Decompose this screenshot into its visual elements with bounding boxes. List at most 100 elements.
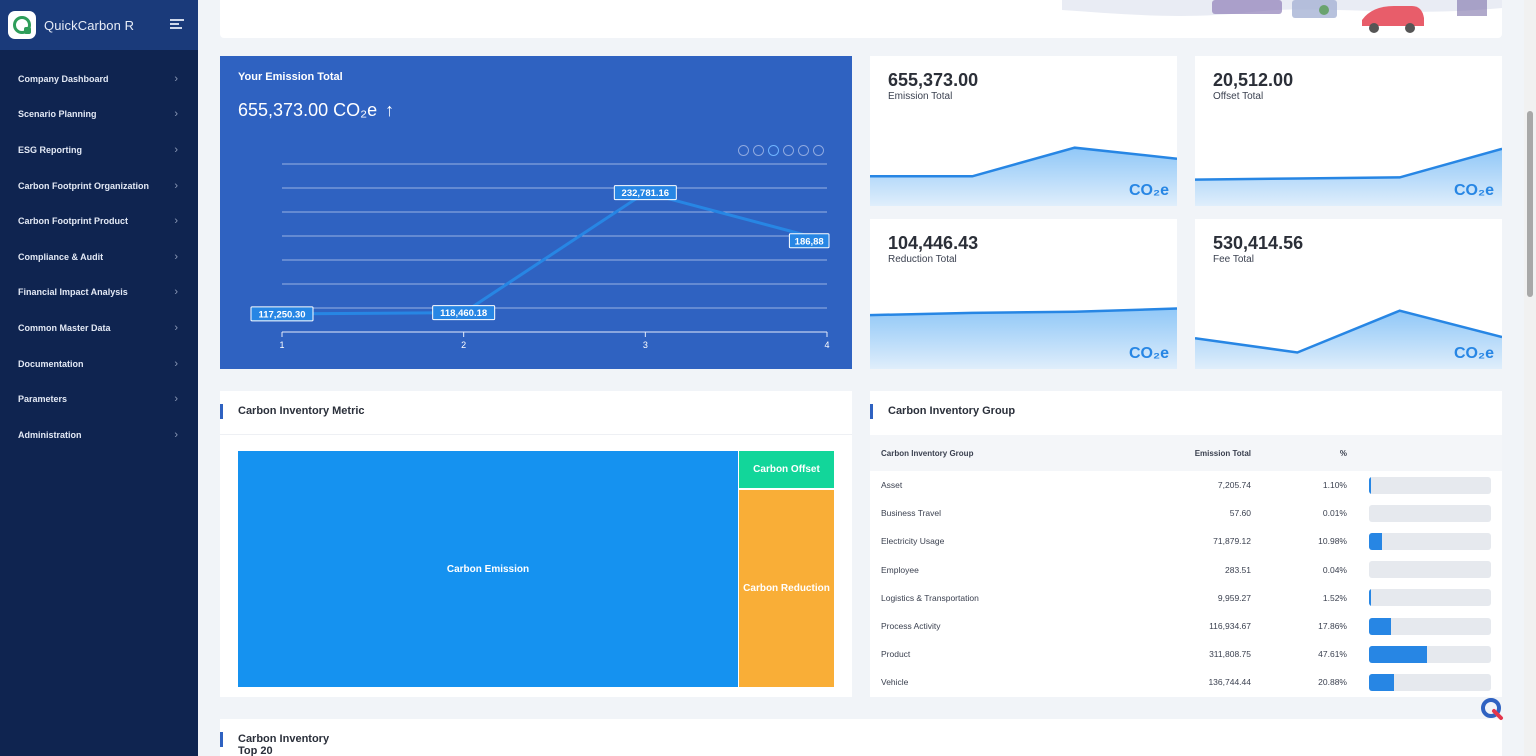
sidebar-item-company-dashboard[interactable]: Company Dashboard ›: [0, 61, 198, 97]
progress-bar-cell: [1347, 645, 1502, 663]
sidebar-item-carbon-footprint-organization[interactable]: Carbon Footprint Organization ›: [0, 168, 198, 204]
stat-label: Reduction Total: [888, 254, 957, 265]
progress-bar-cell: [1347, 532, 1502, 550]
table-row[interactable]: Process Activity 116,934.67 17.86%: [870, 612, 1502, 640]
progress-bar-cell: [1347, 476, 1502, 494]
emission-value: 283.51: [1225, 564, 1251, 575]
section-title: Carbon Inventory Metric: [238, 405, 365, 417]
sidebar-item-carbon-footprint-product[interactable]: Carbon Footprint Product ›: [0, 203, 198, 239]
emission-value: 311,808.75: [1209, 649, 1251, 660]
progress-bar-fill: [1369, 673, 1395, 691]
stat-card-fee: 530,414.56 Fee Total CO₂e: [1195, 219, 1502, 369]
stat-card-emission: 655,373.00 Emission Total CO₂e: [870, 56, 1177, 206]
progress-bar-fill: [1369, 645, 1428, 663]
x-tick-label: 3: [643, 340, 648, 350]
stat-value: 20,512.00: [1213, 70, 1294, 90]
column-header[interactable]: %: [1251, 449, 1347, 458]
sidebar-item-compliance-audit[interactable]: Compliance & Audit ›: [0, 239, 198, 275]
table-row[interactable]: Logistics & Transportation 9,959.27 1.52%: [870, 584, 1502, 612]
progress-bar-cell: [1347, 673, 1502, 691]
chevron-right-icon: ›: [174, 286, 178, 299]
stat-value: 104,446.43: [888, 233, 979, 253]
group-name: Logistics & Transportation: [881, 592, 979, 603]
q-chat-icon[interactable]: [1480, 697, 1504, 721]
table-row[interactable]: Asset 7,205.74 1.10%: [870, 471, 1502, 499]
sidebar: QuickCarbon R Company Dashboard › Scenario…: [0, 0, 198, 756]
percent-value: 0.01%: [1322, 508, 1347, 519]
group-name: Business Travel: [881, 508, 941, 519]
progress-bar-fill: [1369, 589, 1371, 607]
percent-value: 47.61%: [1318, 649, 1347, 660]
column-header[interactable]: Carbon Inventory Group: [870, 449, 1110, 458]
treemap-cell-reduction[interactable]: Carbon Reduction: [739, 490, 834, 687]
progress-bar: [1369, 673, 1491, 691]
percent-value: 10.98%: [1318, 536, 1347, 547]
percent-value: 17.86%: [1318, 621, 1347, 632]
group-name: Electricity Usage: [881, 536, 945, 547]
sidebar-menu: Company Dashboard › Scenario Planning › ESG …: [0, 50, 198, 453]
sidebar-item-scenario-planning[interactable]: Scenario Planning ›: [0, 97, 198, 133]
progress-bar: [1369, 645, 1491, 663]
table-row[interactable]: Employee 283.51 0.04%: [870, 556, 1502, 584]
column-header[interactable]: Emission Total: [1110, 449, 1251, 458]
banner-illustration: [1062, 0, 1502, 33]
chevron-right-icon: ›: [174, 321, 178, 334]
table-row[interactable]: Business Travel 57.60 0.01%: [870, 499, 1502, 527]
sidebar-item-esg-reporting[interactable]: ESG Reporting ›: [0, 132, 198, 168]
stat-label: Fee Total: [1213, 254, 1254, 265]
sidebar-item-documentation[interactable]: Documentation ›: [0, 346, 198, 382]
scrollbar-thumb[interactable]: [1527, 111, 1533, 297]
menu-toggle-icon[interactable]: [170, 19, 184, 30]
section-accent: [870, 404, 873, 419]
sidebar-item-common-master-data[interactable]: Common Master Data ›: [0, 310, 198, 346]
table-row[interactable]: Product 311,808.75 47.61%: [870, 640, 1502, 668]
treemap-label: Carbon Emission: [446, 563, 530, 575]
emission-value: 9,959.27: [1217, 592, 1251, 603]
app-title: QuickCarbon R: [44, 17, 135, 33]
progress-bar-cell: [1347, 561, 1502, 579]
section-title-line: Carbon Inventory: [238, 733, 330, 745]
stat-unit: CO₂e: [1453, 182, 1494, 199]
stat-card-reduction: 104,446.43 Reduction Total CO₂e: [870, 219, 1177, 369]
chevron-right-icon: ›: [174, 428, 178, 441]
x-tick-label: 4: [824, 340, 829, 350]
top20-section: Carbon Inventory Top 20: [220, 719, 1502, 756]
table-row[interactable]: Vehicle 136,744.44 20.88%: [870, 668, 1502, 696]
x-tick-label: 1: [279, 340, 284, 350]
group-name: Employee: [881, 564, 919, 575]
section-accent: [220, 404, 223, 419]
inventory-metric-section: Carbon Inventory Metric Carbon Emission …: [220, 391, 852, 697]
section-title: Carbon Inventory Top 20: [238, 733, 329, 756]
page-scrollbar[interactable]: [1524, 0, 1536, 756]
sidebar-item-administration[interactable]: Administration ›: [0, 417, 198, 453]
percent-value: 20.88%: [1318, 677, 1347, 688]
emission-value: 136,744.44: [1208, 677, 1251, 688]
top-banner: [220, 0, 1502, 38]
stat-value: 530,414.56: [1213, 233, 1304, 253]
sidebar-item-financial-impact-analysis[interactable]: Financial Impact Analysis ›: [0, 275, 198, 311]
percent-value: 1.52%: [1322, 592, 1347, 603]
sidebar-item-label: Administration: [18, 429, 82, 440]
chevron-right-icon: ›: [174, 108, 178, 121]
inventory-group-section: Carbon Inventory Group Carbon Inventory …: [870, 391, 1502, 697]
sidebar-item-label: Carbon Footprint Organization: [18, 180, 149, 191]
chevron-right-icon: ›: [174, 72, 178, 85]
group-name: Vehicle: [881, 677, 909, 688]
table-row[interactable]: Electricity Usage 71,879.12 10.98%: [870, 527, 1502, 555]
chevron-right-icon: ›: [174, 179, 178, 192]
treemap-cell-offset[interactable]: Carbon Offset: [739, 451, 834, 488]
treemap-cell-emission[interactable]: Carbon Emission: [238, 451, 738, 687]
sidebar-item-label: Carbon Footprint Product: [18, 216, 128, 227]
emission-value: 7,205.74: [1217, 480, 1251, 491]
section-accent: [220, 732, 223, 747]
app-logo: [8, 11, 36, 39]
chevron-right-icon: ›: [174, 143, 178, 156]
emission-value: 57.60: [1229, 508, 1251, 519]
percent-value: 0.04%: [1322, 564, 1347, 575]
table-body: Asset 7,205.74 1.10% Business Travel 57.60 0.…: [870, 471, 1502, 697]
chevron-right-icon: ›: [174, 250, 178, 263]
svg-text:232,781.16: 232,781.16: [622, 188, 670, 199]
progress-bar: [1369, 589, 1491, 607]
sidebar-item-parameters[interactable]: Parameters ›: [0, 381, 198, 417]
group-name: Process Activity: [881, 621, 941, 632]
